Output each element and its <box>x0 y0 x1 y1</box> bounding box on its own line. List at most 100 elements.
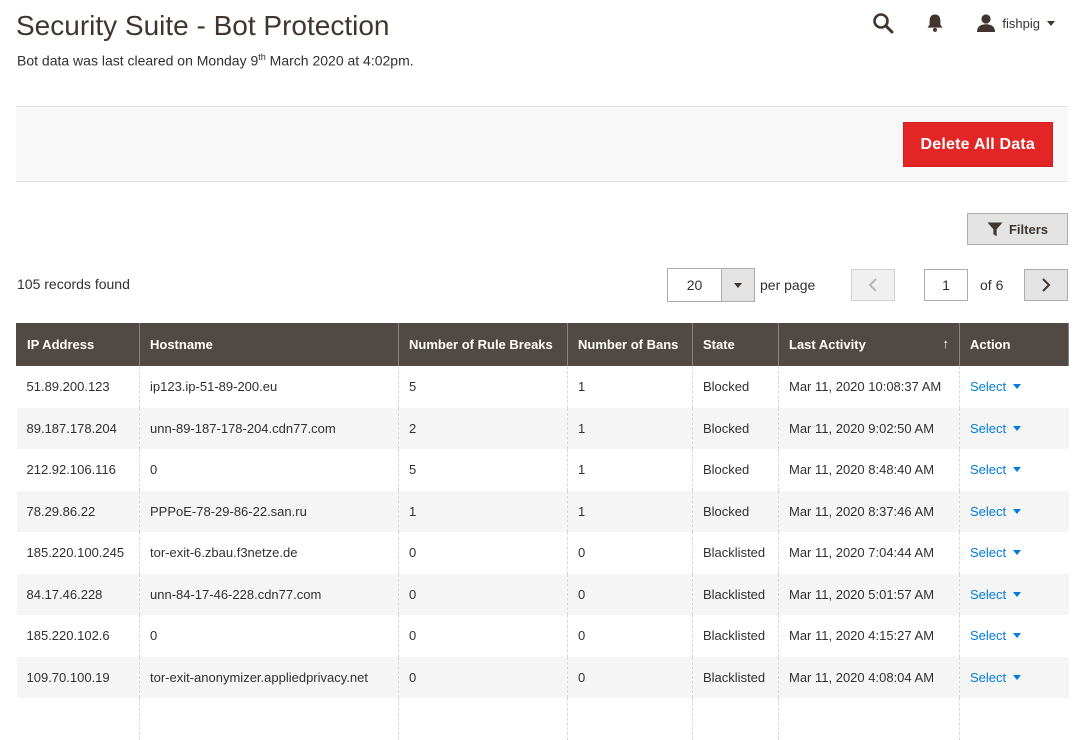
table-row: 51.89.200.123 ip123.ip-51-89-200.eu 5 1 … <box>17 366 1069 408</box>
chevron-left-icon <box>868 278 877 292</box>
per-page-label: per page <box>760 277 816 293</box>
cell-rule-breaks: 2 <box>398 407 568 449</box>
total-pages: of 6 <box>980 277 1004 293</box>
column-header-ip-address[interactable]: IP Address <box>16 323 140 366</box>
column-header-action: Action <box>959 323 1069 366</box>
cell-ip: 185.220.100.245 <box>26 545 125 561</box>
row-action-label: Select <box>970 503 1007 519</box>
row-action-select[interactable]: Select <box>970 462 1022 477</box>
cell-hostname: tor-exit-anonymizer.appliedprivacy.net <box>139 656 399 698</box>
column-header-state[interactable]: State <box>692 323 779 366</box>
next-page-button[interactable] <box>1024 269 1068 301</box>
cell-state: Blacklisted <box>692 532 779 574</box>
cell-bans: 0 <box>567 615 693 657</box>
table-row: 109.70.100.19 tor-exit-anonymizer.applie… <box>16 656 1069 698</box>
column-header-last-activity[interactable]: Last Activity ↑ <box>778 323 960 366</box>
chevron-down-icon <box>1013 591 1022 597</box>
cell-ip: 185.220.102.6 <box>26 628 110 644</box>
row-action-select[interactable]: Select <box>970 503 1022 519</box>
cell-ip: 212.92.106.116 <box>26 462 116 478</box>
grid-header-row: IP Address Hostname Number of Rule Break… <box>16 323 1069 366</box>
column-header-rule-breaks[interactable]: Number of Rule Breaks <box>398 323 568 366</box>
chevron-down-icon <box>1013 508 1022 514</box>
cell-hostname: 0 <box>139 615 399 657</box>
cell-last-activity: Mar 11, 2020 8:37:46 AM <box>778 490 960 532</box>
sort-ascending-icon: ↑ <box>942 336 950 351</box>
cell-ip: 51.89.200.123 <box>26 379 110 395</box>
records-count: 105 records found <box>17 276 130 292</box>
per-page-select[interactable]: 20 <box>667 268 755 302</box>
chevron-right-icon <box>1042 278 1051 292</box>
last-cleared-text-end: March 2020 at 4:02pm. <box>265 52 414 69</box>
column-header-hostname[interactable]: Hostname <box>139 323 399 366</box>
cell-hostname: tor-exit-6.zbau.f3netze.de <box>139 532 399 574</box>
table-row: 212.92.106.116 0 5 1 Blocked Mar 11, 202… <box>17 449 1069 491</box>
chevron-down-icon <box>1013 384 1022 390</box>
table-row-partial <box>17 698 1069 740</box>
per-page-toggle[interactable] <box>721 269 754 301</box>
table-row: 185.220.100.245 tor-exit-6.zbau.f3netze.… <box>17 532 1069 574</box>
current-page-input[interactable] <box>924 269 968 301</box>
search-icon[interactable] <box>870 10 896 36</box>
cell-bans: 1 <box>567 366 693 408</box>
cell-rule-breaks: 0 <box>398 532 568 574</box>
column-header-bans[interactable]: Number of Bans <box>567 323 693 366</box>
cell-bans: 1 <box>567 449 693 491</box>
chevron-down-icon <box>1013 467 1022 473</box>
row-action-select[interactable]: Select <box>970 545 1022 560</box>
cell-state: Blacklisted <box>692 573 779 615</box>
cell-last-activity: Mar 11, 2020 4:08:04 AM <box>778 656 960 698</box>
cell-hostname: PPPoE-78-29-86-22.san.ru <box>139 490 399 532</box>
cell-hostname: 0 <box>139 449 399 491</box>
table-row: 78.29.86.22 PPPoE-78-29-86-22.san.ru 1 1… <box>16 490 1069 532</box>
page-actions-bar: Delete All Data <box>16 106 1068 182</box>
row-action-label: Select <box>970 379 1007 395</box>
cell-state: Blocked <box>692 366 779 408</box>
cell-action: Select <box>959 573 1069 615</box>
cell-rule-breaks: 0 <box>398 656 568 698</box>
row-action-select[interactable]: Select <box>970 670 1022 685</box>
table-row: 89.187.178.204 unn-89-187-178-204.cdn77.… <box>16 407 1069 449</box>
chevron-down-icon <box>1047 20 1055 26</box>
filters-button[interactable]: Filters <box>967 213 1068 245</box>
cell-action: Select <box>959 366 1069 408</box>
cell-state: Blacklisted <box>692 615 779 657</box>
cell-bans: 1 <box>567 407 693 449</box>
cell-action: Select <box>959 490 1069 532</box>
chevron-down-icon <box>1013 425 1022 431</box>
cell-last-activity: Mar 11, 2020 10:08:37 AM <box>778 366 960 408</box>
row-action-label: Select <box>970 628 1007 644</box>
cell-ip: 78.29.86.22 <box>16 490 140 532</box>
per-page-value: 20 <box>686 277 703 293</box>
row-action-select[interactable]: Select <box>970 420 1022 436</box>
row-action-select[interactable]: Select <box>970 628 1022 644</box>
table-row: 84.17.46.228 unn-84-17-46-228.cdn77.com … <box>16 573 1069 615</box>
row-action-label: Select <box>970 420 1007 436</box>
cell-bans: 1 <box>567 490 693 532</box>
chevron-down-icon <box>1013 674 1022 680</box>
row-action-select[interactable]: Select <box>970 586 1022 602</box>
page-title: Security Suite - Bot Protection <box>16 10 390 41</box>
cell-hostname: unn-84-17-46-228.cdn77.com <box>139 573 399 615</box>
bell-icon[interactable] <box>922 10 948 36</box>
row-action-label: Select <box>970 586 1007 602</box>
cell-last-activity: Mar 11, 2020 5:01:57 AM <box>778 573 960 615</box>
user-menu[interactable]: fishpig <box>976 13 1055 33</box>
previous-page-button[interactable] <box>851 269 895 301</box>
cell-state: Blocked <box>692 490 779 532</box>
cell-action: Select <box>959 532 1069 574</box>
cell-action: Select <box>959 407 1069 449</box>
delete-all-data-button[interactable]: Delete All Data <box>902 122 1053 167</box>
ordinal-suffix: th <box>258 52 266 62</box>
last-cleared-note: Bot data was last cleared on Monday 9th … <box>17 52 414 69</box>
chevron-down-icon <box>1013 633 1022 639</box>
cell-ip: 109.70.100.19 <box>16 656 140 698</box>
cell-last-activity: Mar 11, 2020 8:48:40 AM <box>778 449 960 491</box>
cell-state: Blacklisted <box>692 656 779 698</box>
cell-action: Select <box>959 615 1069 657</box>
row-action-select[interactable]: Select <box>970 379 1022 395</box>
chevron-down-icon <box>734 282 742 288</box>
cell-bans: 0 <box>567 532 693 574</box>
cell-state: Blocked <box>692 407 779 449</box>
user-name: fishpig <box>1002 15 1040 31</box>
